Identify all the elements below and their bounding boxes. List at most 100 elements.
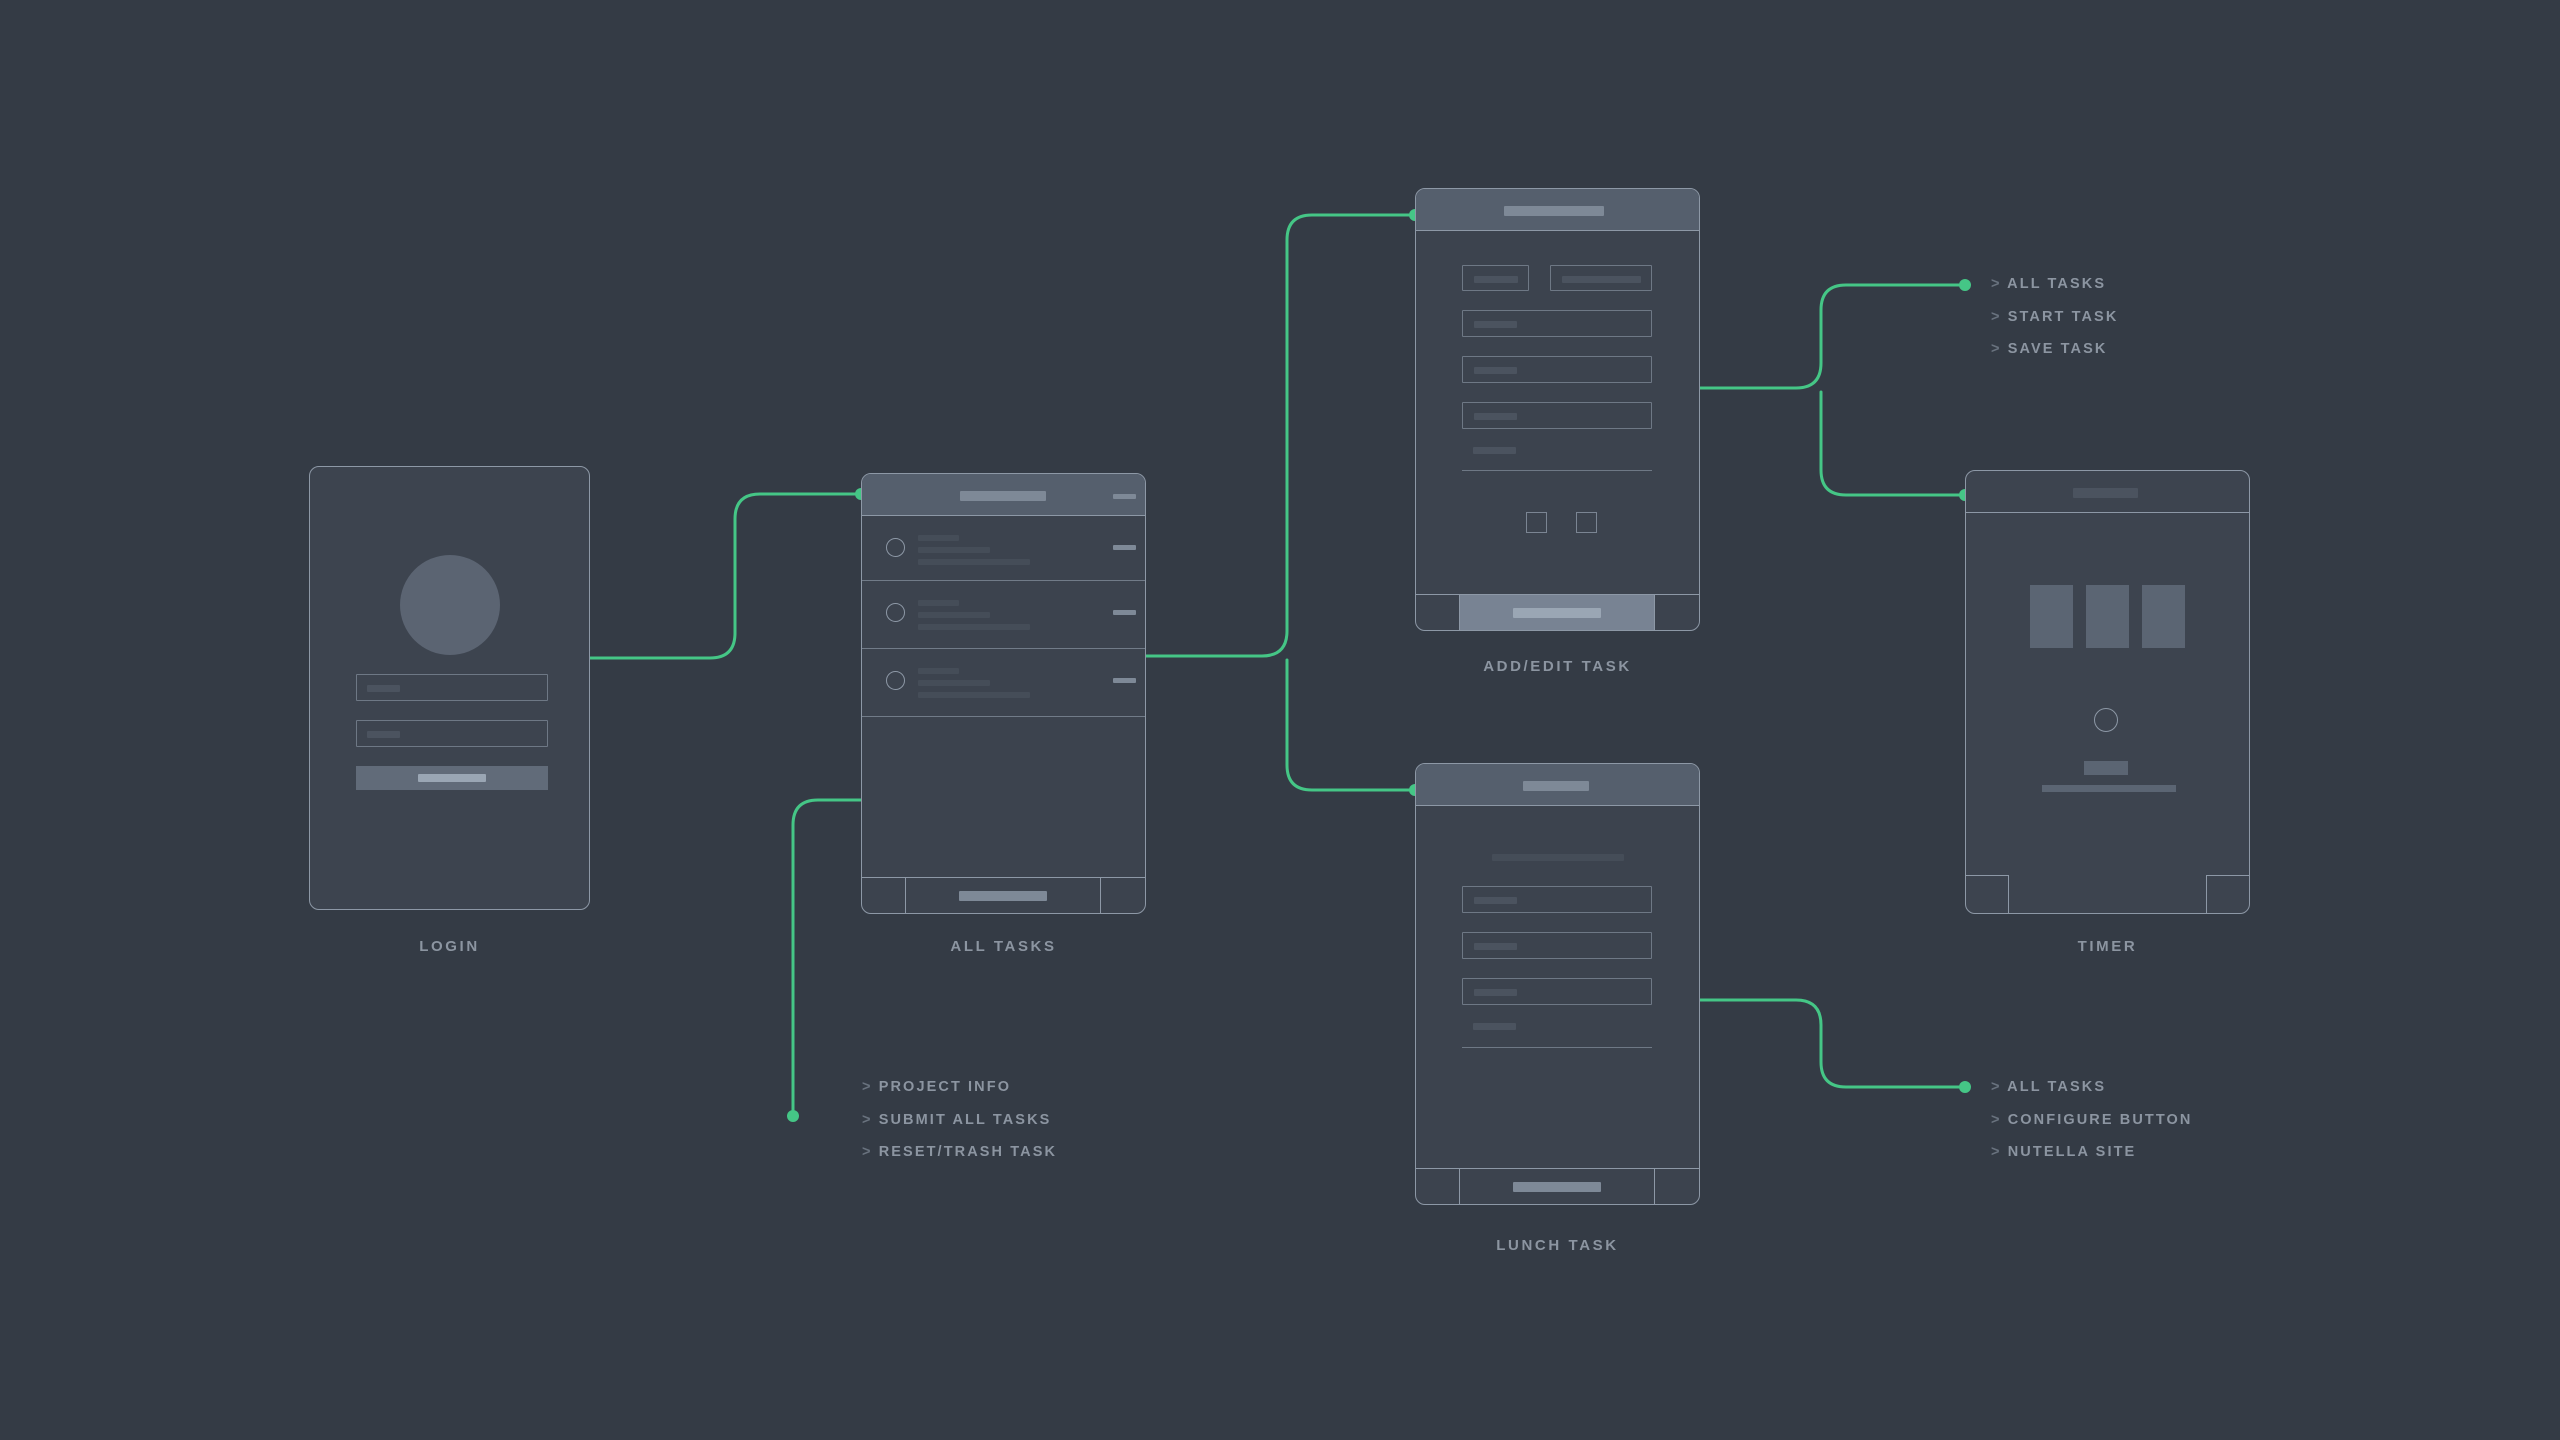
note-caret: > [1991,1079,2002,1095]
connector-lunch-to-notes [1697,998,1965,1089]
tab-right[interactable] [1655,595,1699,630]
tab-right[interactable] [1101,878,1145,913]
tab-left[interactable] [1416,595,1460,630]
lunch-note-label [1473,1023,1516,1030]
login-username-field[interactable] [356,674,548,701]
note-caret: > [862,1144,873,1160]
note-label: ALL TASKS [2007,276,2107,292]
alltasks-tabbar[interactable] [862,877,1145,913]
note-caret: > [1991,1111,2002,1128]
tab-center-primary[interactable] [1460,595,1655,630]
tab-center-label [1513,1182,1601,1192]
task-row[interactable] [862,581,1145,649]
lunch-tabbar[interactable] [1416,1168,1699,1204]
screen-title-timer: TIMER [2077,938,2138,955]
timer-header-title [2073,488,2138,498]
task-row[interactable] [862,516,1145,581]
task-line-1 [918,612,990,618]
note-label: CONFIGURE BUTTON [2007,1111,2193,1128]
alltasks-header-action[interactable] [1113,494,1136,499]
note-item[interactable]: > PROJECT INFO [862,1080,1057,1095]
screen-lunch-task[interactable] [1415,763,1700,1205]
note-label: PROJECT INFO [878,1079,1012,1095]
note-item[interactable]: > ALL TASKS [1991,277,2118,292]
addedit-note-label [1473,447,1516,454]
tab-center-label [1513,608,1601,618]
login-password-field[interactable] [356,720,548,747]
task-row-action[interactable] [1113,678,1136,683]
addedit-field-3[interactable] [1462,402,1652,429]
note-item[interactable]: > RESET/TRASH TASK [862,1145,1057,1160]
timer-footer-right-button[interactable] [2206,875,2249,913]
timer-footer-left-button[interactable] [1966,875,2009,913]
task-line-1 [918,680,990,686]
task-line-2 [918,559,1030,565]
screen-addedit-task[interactable] [1415,188,1700,631]
tab-center[interactable] [1460,1169,1655,1204]
connector-dot-lunchnotes [1959,1081,1971,1093]
addedit-field-date-placeholder [1474,276,1518,283]
task-row-action[interactable] [1113,610,1136,615]
login-submit-button[interactable] [356,766,548,790]
addedit-tabbar[interactable] [1416,594,1699,630]
task-row[interactable] [862,649,1145,717]
task-line-2 [918,692,1030,698]
note-label: SAVE TASK [2007,341,2108,357]
addedit-note-underline [1462,470,1652,471]
alltasks-header-title [960,491,1046,501]
note-group-timer-actions: > ALL TASKS > CONFIGURE BUTTON > NUTELLA… [1991,1080,2193,1178]
addedit-field-1[interactable] [1462,310,1652,337]
timer-digit-1 [2030,585,2073,648]
tab-left[interactable] [1416,1169,1460,1204]
note-group-alltasks-actions: > PROJECT INFO > SUBMIT ALL TASKS > RESE… [862,1080,1057,1178]
lunch-field-2[interactable] [1462,932,1652,959]
alltasks-header [862,474,1145,516]
addedit-checkbox-1[interactable] [1526,512,1547,533]
login-password-placeholder [367,731,400,738]
addedit-field-date[interactable] [1462,265,1529,291]
addedit-field-3-placeholder [1474,413,1517,420]
note-item[interactable]: > CONFIGURE BUTTON [1991,1111,2193,1128]
timer-start-button[interactable] [2094,708,2118,732]
note-item[interactable]: > START TASK [1991,309,2118,325]
tab-center[interactable] [906,878,1101,913]
note-group-addedit-actions: > ALL TASKS > START TASK > SAVE TASK [1991,277,2118,375]
screen-title-login: LOGIN [419,938,480,955]
addedit-checkbox-2[interactable] [1576,512,1597,533]
lunch-header-title [1523,781,1589,791]
note-item[interactable]: > NUTELLA SITE [1991,1145,2193,1160]
task-row-action[interactable] [1113,545,1136,550]
addedit-field-2[interactable] [1462,356,1652,383]
task-line-2 [918,624,1030,630]
task-title-bar [918,668,959,674]
task-status-circle[interactable] [886,538,905,557]
addedit-field-time[interactable] [1550,265,1652,291]
addedit-field-time-placeholder [1562,276,1641,283]
tab-right[interactable] [1655,1169,1699,1204]
note-item[interactable]: > SUBMIT ALL TASKS [862,1112,1057,1128]
note-item[interactable]: > SAVE TASK [1991,342,2118,357]
lunch-field-1[interactable] [1462,886,1652,913]
screen-title-addedit: ADD/EDIT TASK [1483,658,1632,675]
note-caret: > [1991,341,2002,357]
timer-digit-2 [2086,585,2129,648]
note-item[interactable]: > ALL TASKS [1991,1080,2193,1095]
lunch-field-2-placeholder [1474,943,1517,950]
screen-login[interactable] [309,466,590,910]
note-label: RESET/TRASH TASK [878,1144,1058,1160]
connector-addedit-to-timer [1819,390,1965,497]
addedit-field-2-placeholder [1474,367,1517,374]
timer-progress-bar [2042,785,2176,792]
tab-left[interactable] [862,878,906,913]
connector-dot-alltasksnotes [787,1110,799,1122]
screen-title-alltasks: ALL TASKS [950,938,1057,955]
lunch-note-underline [1462,1047,1652,1048]
screen-timer[interactable] [1965,470,2250,914]
lunch-field-3[interactable] [1462,978,1652,1005]
task-title-bar [918,535,959,541]
task-status-circle[interactable] [886,671,905,690]
screen-alltasks[interactable] [861,473,1146,914]
timer-digit-3 [2142,585,2185,648]
connector-login-to-alltasks [588,492,863,660]
task-status-circle[interactable] [886,603,905,622]
